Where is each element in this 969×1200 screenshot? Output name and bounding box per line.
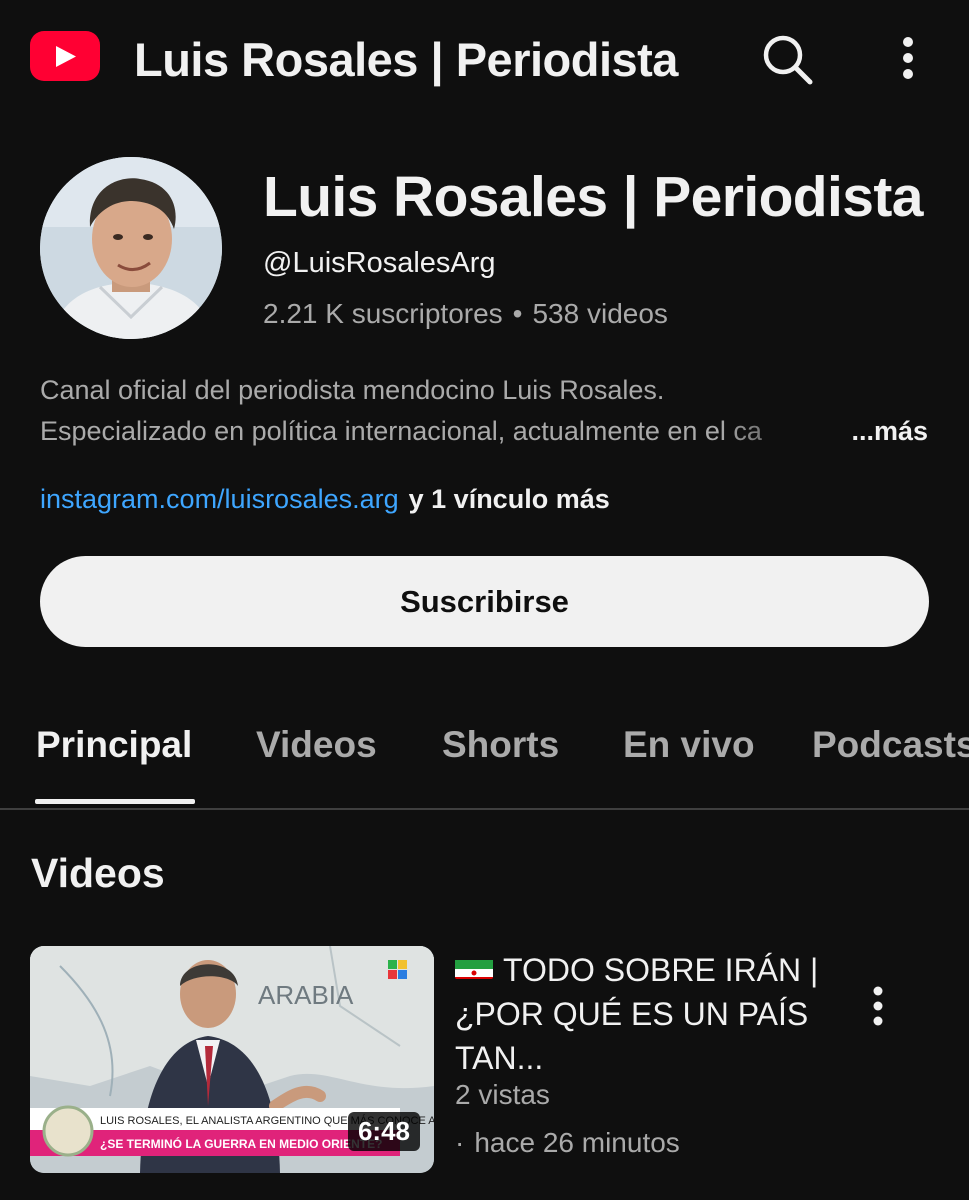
more-vertical-icon[interactable] bbox=[888, 30, 928, 90]
video-thumbnail[interactable]: ARABIA LUIS ROSALES, EL ANALISTA ARGENTI… bbox=[30, 946, 434, 1173]
search-icon[interactable] bbox=[758, 30, 818, 90]
description-line-1: Canal oficial del periodista mendocino L… bbox=[40, 375, 665, 405]
top-app-bar: Luis Rosales | Periodista bbox=[0, 0, 969, 120]
description-more-button[interactable]: ...más bbox=[849, 411, 928, 452]
channel-stats: 2.21 K suscriptores • 538 videos bbox=[263, 298, 668, 330]
description-line-2-text: Especializado en política internacional,… bbox=[40, 416, 762, 446]
more-vertical-icon[interactable] bbox=[862, 985, 894, 1029]
more-links-button[interactable]: y 1 vínculo más bbox=[409, 484, 610, 514]
channel-tabs: Principal Videos Shorts En vivo Podcasts bbox=[0, 700, 969, 810]
subscribe-button[interactable]: Suscribirse bbox=[40, 556, 929, 647]
active-tab-indicator bbox=[35, 799, 195, 804]
channel-avatar[interactable] bbox=[40, 157, 222, 339]
tab-podcasts[interactable]: Podcasts bbox=[812, 724, 969, 766]
video-title-text: TODO SOBRE IRÁN | ¿POR QUÉ ES UN PAÍS TA… bbox=[455, 952, 819, 1076]
video-upload-time: · hace 26 minutos bbox=[455, 1127, 680, 1159]
tab-shorts[interactable]: Shorts bbox=[442, 724, 559, 766]
meta-separator: · bbox=[455, 1127, 465, 1158]
tab-en-vivo[interactable]: En vivo bbox=[623, 724, 755, 766]
description-fade bbox=[720, 411, 840, 452]
channel-name: Luis Rosales | Periodista bbox=[263, 165, 923, 229]
iran-flag-icon bbox=[455, 953, 493, 979]
video-duration: 6:48 bbox=[347, 1112, 420, 1151]
section-title[interactable]: Videos bbox=[31, 850, 165, 897]
tab-principal[interactable]: Principal bbox=[36, 724, 192, 766]
channel-links: instagram.com/luisrosales.arg y 1 vínculo… bbox=[40, 484, 610, 515]
youtube-logo-icon[interactable] bbox=[30, 31, 100, 81]
video-views: 2 vistas bbox=[455, 1079, 550, 1110]
channel-description[interactable]: Canal oficial del periodista mendocino L… bbox=[40, 370, 930, 452]
app-bar-title: Luis Rosales | Periodista bbox=[134, 33, 678, 86]
instagram-link[interactable]: instagram.com/luisrosales.arg bbox=[40, 484, 399, 514]
thumb-headline: ¿SE TERMINÓ LA GUERRA EN MEDIO ORIENTE? bbox=[100, 1136, 382, 1151]
tab-videos[interactable]: Videos bbox=[256, 724, 377, 766]
description-line-2: Especializado en política internacional,… bbox=[40, 411, 930, 452]
video-time-text: hace 26 minutos bbox=[474, 1127, 680, 1158]
video-title[interactable]: TODO SOBRE IRÁN | ¿POR QUÉ ES UN PAÍS TA… bbox=[455, 948, 835, 1080]
channel-handle: @LuisRosalesArg bbox=[263, 247, 496, 279]
video-count: 538 videos bbox=[532, 298, 668, 329]
thumb-map-label: ARABIA bbox=[258, 980, 354, 1010]
stats-separator: • bbox=[512, 298, 523, 329]
subscriber-count: 2.21 K suscriptores bbox=[263, 298, 503, 329]
